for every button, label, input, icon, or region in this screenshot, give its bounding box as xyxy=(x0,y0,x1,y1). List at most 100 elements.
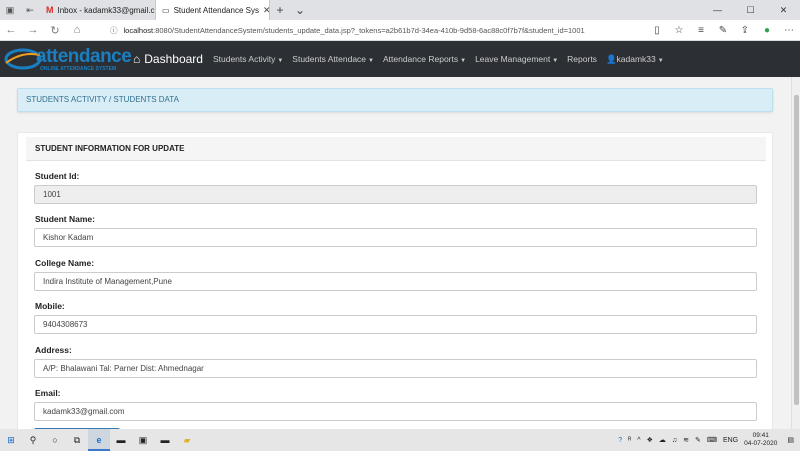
refresh-icon[interactable]: ↻ xyxy=(44,24,66,37)
dashboard-label: Dashboard xyxy=(144,52,203,66)
volume-icon[interactable]: ♫ xyxy=(672,437,677,444)
language-indicator[interactable]: ENG xyxy=(723,437,738,444)
clock-date: 04-07-2020 xyxy=(744,440,778,447)
close-window-icon[interactable]: ✕ xyxy=(767,0,800,20)
maximize-icon[interactable]: ☐ xyxy=(734,0,767,20)
scrollbar-thumb[interactable] xyxy=(794,95,799,405)
menu-label: Students Attendace xyxy=(292,54,367,64)
favorite-star-icon[interactable]: ☆ xyxy=(668,20,690,41)
student-name-field[interactable]: Kishor Kadam xyxy=(34,228,757,247)
student-id-label: Student Id: xyxy=(35,171,80,181)
cortana-icon[interactable]: ○ xyxy=(44,429,66,451)
menu-label: Leave Management xyxy=(475,54,551,64)
file-explorer-icon[interactable]: ▰ xyxy=(176,429,198,451)
tab-inbox[interactable]: M Inbox - kadamk33@gmail.c xyxy=(40,0,155,20)
menu-students-activity[interactable]: Students Activity ▼ xyxy=(213,54,283,64)
pen-icon[interactable]: ✎ xyxy=(712,20,734,41)
close-tab-icon[interactable]: ✕ xyxy=(263,5,269,16)
logo-tagline: ONLINE ATTENDANCE SYSTEM xyxy=(40,66,117,72)
people-icon[interactable]: ᴿ xyxy=(628,437,631,444)
forward-icon[interactable]: → xyxy=(22,24,44,36)
college-name-field[interactable]: Indira Institute of Management,Pune xyxy=(34,272,757,291)
user-icon: 👤 xyxy=(605,53,617,64)
address-bar: ← → ↻ ⌂ ⓘ localhost:8080/StudentAttendan… xyxy=(0,20,800,41)
minimize-icon[interactable]: — xyxy=(701,0,734,20)
window-controls: — ☐ ✕ xyxy=(701,0,800,20)
address-label: Address: xyxy=(35,345,72,355)
breadcrumb: STUDENTS ACTIVITY / STUDENTS DATA xyxy=(17,88,773,112)
edge-browser-icon[interactable]: e xyxy=(88,429,110,451)
tab-actions-icon[interactable]: ▣ xyxy=(0,5,20,16)
network-icon[interactable]: ≋ xyxy=(683,436,689,444)
user-label: kadamk33 xyxy=(616,53,656,64)
notifications-icon[interactable]: ▤ xyxy=(787,436,794,444)
page-icon: ▭ xyxy=(162,5,170,15)
menu-leave-management[interactable]: Leave Management ▼ xyxy=(475,54,558,64)
browser-tab-bar: ▣ ⇤ M Inbox - kadamk33@gmail.c ▭ Student… xyxy=(0,0,800,20)
tab-student-attendance-label: Student Attendance Sys xyxy=(173,5,259,15)
clock-time: 09:41 xyxy=(752,432,769,439)
page-scrollbar[interactable] xyxy=(791,77,800,429)
more-icon[interactable]: ⋯ xyxy=(778,20,800,41)
dropbox-icon[interactable]: ❖ xyxy=(647,436,653,444)
tab-student-attendance[interactable]: ▭ Student Attendance Sys ✕ xyxy=(155,0,270,20)
student-id-field: 1001 xyxy=(34,185,757,204)
address-field[interactable]: A/P: Bhalawani Tal: Parner Dist: Ahmedna… xyxy=(34,359,757,378)
mobile-field[interactable]: 9404308673 xyxy=(34,315,757,334)
menu-attendance-reports[interactable]: Attendance Reports ▼ xyxy=(383,54,466,64)
taskbar: ⊞ ⚲ ○ ⧉ e ▬ ▣ ▬ ▰ ? ᴿ ^ ❖ ☁ ♫ ≋ ✎ ⌨ ENG … xyxy=(0,429,800,451)
caret-down-icon: ▼ xyxy=(368,58,374,64)
menu-label: Students Activity xyxy=(212,54,276,64)
tab-inbox-label: Inbox - kadamk33@gmail.c xyxy=(57,5,155,15)
home-nav-icon: ⌂ xyxy=(133,52,141,66)
site-info-icon[interactable]: ⓘ xyxy=(110,25,118,36)
app-navbar: attendance ONLINE ATTENDANCE SYSTEM ⌂ Da… xyxy=(0,41,800,77)
college-name-label: College Name: xyxy=(35,258,95,268)
chevron-up-icon[interactable]: ^ xyxy=(637,437,640,444)
logo-word: attendance xyxy=(36,46,132,67)
terminal-icon[interactable]: ▬ xyxy=(154,429,176,451)
search-icon[interactable]: ⚲ xyxy=(22,429,44,451)
student-update-panel: STUDENT INFORMATION FOR UPDATE Student I… xyxy=(17,132,773,438)
logo[interactable]: attendance ONLINE ATTENDANCE SYSTEM xyxy=(0,41,132,77)
dashboard-link[interactable]: ⌂ Dashboard xyxy=(133,52,203,66)
app-window-icon[interactable]: ▣ xyxy=(132,429,154,451)
content-area: STUDENTS ACTIVITY / STUDENTS DATA STUDEN… xyxy=(0,77,800,438)
new-tab-icon[interactable]: + xyxy=(270,3,290,17)
favorites-hub-icon[interactable]: ≡ xyxy=(690,20,712,41)
mobile-label: Mobile: xyxy=(35,301,65,311)
menu-label: Reports xyxy=(567,54,597,64)
share-icon[interactable]: ⇪ xyxy=(734,20,756,41)
menu-label: Attendance Reports xyxy=(382,54,459,64)
clock[interactable]: 09:41 04-07-2020 xyxy=(744,432,777,448)
caret-down-icon: ▼ xyxy=(552,58,559,64)
windows-start-icon[interactable]: ⊞ xyxy=(0,429,22,451)
url-field[interactable]: ⓘ localhost:8080/StudentAttendanceSystem… xyxy=(106,21,681,39)
extension-icon[interactable]: ● xyxy=(756,20,778,41)
reading-view-icon[interactable]: ▯ xyxy=(646,20,668,41)
url-path: :8080/StudentAttendanceSystem/students_u… xyxy=(153,25,585,35)
tab-list-chevron-icon[interactable]: ⌄ xyxy=(290,3,310,17)
panel-title: STUDENT INFORMATION FOR UPDATE xyxy=(26,137,766,161)
email-label: Email: xyxy=(35,388,61,398)
help-icon[interactable]: ? xyxy=(618,437,622,444)
caret-down-icon: ▼ xyxy=(460,58,467,64)
gmail-icon: M xyxy=(46,5,54,15)
student-name-label: Student Name: xyxy=(35,214,95,224)
keyboard-icon[interactable]: ⌨ xyxy=(707,436,717,444)
caret-down-icon: ▼ xyxy=(277,58,284,64)
caret-down-icon: ▼ xyxy=(657,57,664,64)
set-aside-tabs-icon[interactable]: ⇤ xyxy=(20,5,40,16)
cmd-icon[interactable]: ▬ xyxy=(110,429,132,451)
menu-reports[interactable]: Reports xyxy=(567,54,597,64)
pen-ink-icon[interactable]: ✎ xyxy=(695,436,701,444)
email-field[interactable]: kadamk33@gmail.com xyxy=(34,402,757,421)
url-host: localhost xyxy=(123,25,154,35)
onedrive-icon[interactable]: ☁ xyxy=(659,436,666,444)
task-view-icon[interactable]: ⧉ xyxy=(66,429,88,451)
menu-user[interactable]: 👤kadamk33 ▼ xyxy=(606,54,664,65)
home-icon[interactable]: ⌂ xyxy=(66,24,88,36)
menu-students-attendance[interactable]: Students Attendace ▼ xyxy=(292,54,374,64)
browser-toolbar-right: ▯ ☆ ≡ ✎ ⇪ ● ⋯ xyxy=(646,20,800,41)
back-icon[interactable]: ← xyxy=(0,24,22,36)
